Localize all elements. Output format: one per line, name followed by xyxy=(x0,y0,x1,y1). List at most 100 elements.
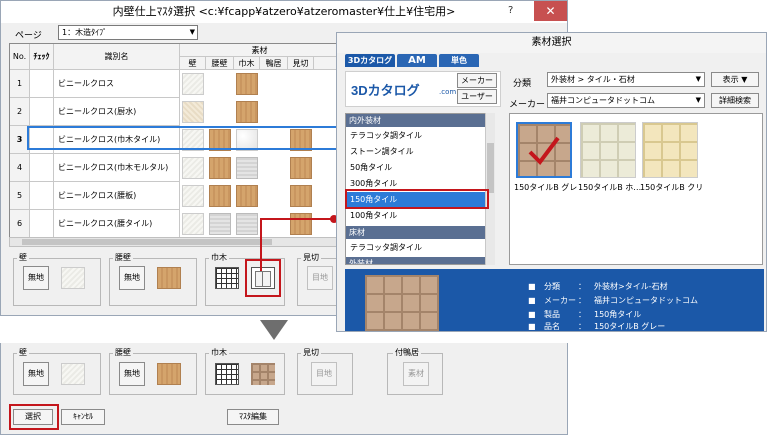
window-title: 素材選択 xyxy=(337,33,766,53)
info-row: ■ メーカー：福井コンピュータドットコム xyxy=(528,296,698,305)
window-title: 内壁仕上ﾏｽﾀ選択 <c:¥fcapp¥atzero¥atzeromaster¥… xyxy=(1,1,567,23)
catalog-logo: 3Dカタログ xyxy=(351,83,420,98)
kamoi-group-label: 付鴨居 xyxy=(393,347,421,358)
col-header-parting: 見切 xyxy=(288,57,314,70)
close-button[interactable]: ✕ xyxy=(534,1,567,21)
baseboard-swatch xyxy=(236,101,258,123)
material-thumb-gray[interactable] xyxy=(516,122,572,178)
list-item[interactable]: テラコッタ調タイル xyxy=(346,128,486,143)
wall-none-button[interactable]: 無地 xyxy=(23,266,49,290)
material-select-window: 素材選択 3Dカタログ AM 単色 3Dカタログ .com メーカー ユーザー … xyxy=(336,32,767,332)
material-label: 150タイルB クリ… xyxy=(640,183,704,192)
info-row: ■ 製品： 150角タイル xyxy=(528,310,642,319)
wainscot-group-label: 腰壁 xyxy=(113,252,133,263)
master-edit-button[interactable]: ﾏｽﾀ編集 xyxy=(227,409,279,425)
wall-material-swatch[interactable] xyxy=(61,363,85,385)
chevron-down-icon: ▼ xyxy=(741,75,748,84)
col-header-baseboard: 巾木 xyxy=(234,57,260,70)
wainscot-swatch xyxy=(209,213,231,235)
chevron-down-icon: ▼ xyxy=(695,75,701,83)
wainscot-group-label: 腰壁 xyxy=(113,347,133,358)
parting-none-button[interactable]: 目地 xyxy=(311,362,337,386)
category-head: 床材 xyxy=(346,226,486,239)
highlight-box xyxy=(345,189,489,209)
parting-group-label: 見切 xyxy=(301,347,321,358)
kamoi-material-button[interactable]: 素材 xyxy=(403,362,429,386)
page-select-value: 1：木造ﾀｲﾌﾟ xyxy=(62,28,108,37)
display-button[interactable]: 表示 ▼ xyxy=(711,72,759,87)
material-label: 150タイルB グレー xyxy=(514,183,578,192)
chevron-down-icon: ▼ xyxy=(189,28,195,36)
parting-swatch xyxy=(290,157,312,179)
catalog-logo-suffix: .com xyxy=(439,88,457,96)
wall-none-button[interactable]: 無地 xyxy=(23,362,49,386)
cancel-button[interactable]: ｷｬﾝｾﾙ xyxy=(61,409,105,425)
wainscot-none-button[interactable]: 無地 xyxy=(119,266,145,290)
maker-select[interactable]: 福井コンピュータドットコム ▼ xyxy=(547,93,705,108)
scrollbar-thumb[interactable] xyxy=(487,143,494,193)
baseboard-group-label: 巾木 xyxy=(209,252,229,263)
check-icon xyxy=(528,136,560,166)
col-header-wainscot: 腰壁 xyxy=(206,57,234,70)
tab-3d-catalog[interactable]: 3Dカタログ xyxy=(345,54,395,67)
maker-select-value: 福井コンピュータドットコム xyxy=(551,96,655,105)
info-row: ■ 分類：外装材>タイル-石材 xyxy=(528,282,668,291)
tab-solid-color[interactable]: 単色 xyxy=(439,54,479,67)
col-header-material: 素材 xyxy=(180,44,338,57)
wall-swatch xyxy=(182,73,204,95)
chevron-down-icon: ▼ xyxy=(695,96,701,104)
wainscot-swatch xyxy=(209,185,231,207)
wainscot-swatch xyxy=(209,157,231,179)
finish-master-window-result: 壁 無地 腰壁 無地 巾木 見切 目地 付鴨居 素材 選択 ｷｬﾝｾﾙ ﾏｽﾀ編… xyxy=(0,343,568,435)
material-preview xyxy=(365,275,439,331)
page-select[interactable]: 1：木造ﾀｲﾌﾟ ▼ xyxy=(58,25,198,40)
help-icon[interactable]: ? xyxy=(508,5,513,16)
tile-grid-icon[interactable] xyxy=(215,267,239,289)
material-info-panel: ■ 分類：外装材>タイル-石材 ■ メーカー：福井コンピュータドットコム ■ 製品： 1… xyxy=(345,269,764,331)
wall-swatch xyxy=(182,101,204,123)
col-header-check: ﾁｪｯｸ xyxy=(30,44,54,70)
material-label: 150タイルB ホ… xyxy=(578,183,642,192)
category-select-value: 外装材 > タイル・石材 xyxy=(551,75,635,84)
wainscot-material-swatch[interactable] xyxy=(157,267,181,289)
tab-am[interactable]: AM xyxy=(397,54,437,67)
material-thumb-white[interactable] xyxy=(580,122,636,178)
list-item[interactable]: ストーン調タイル xyxy=(346,144,486,159)
arrow-down-icon xyxy=(260,320,288,340)
wainscot-material-swatch[interactable] xyxy=(157,363,181,385)
col-header-no: No. xyxy=(10,44,30,70)
wainscot-none-button[interactable]: 無地 xyxy=(119,362,145,386)
scrollbar-thumb[interactable] xyxy=(22,239,272,245)
col-header-wall: 壁 xyxy=(180,57,206,70)
info-row: ■ 品名： 150タイルB グレー xyxy=(528,322,666,331)
maker-button[interactable]: メーカー xyxy=(457,73,497,88)
material-thumbnail-area: 150タイルB グレー 150タイルB ホ… 150タイルB クリ… xyxy=(509,113,763,265)
list-item[interactable]: 100角タイル xyxy=(346,208,486,223)
parting-swatch xyxy=(290,185,312,207)
wall-group-label: 壁 xyxy=(17,347,29,358)
wall-group-label: 壁 xyxy=(17,252,29,263)
baseboard-swatch xyxy=(236,157,258,179)
page-label: ページ xyxy=(15,31,42,41)
list-item[interactable]: 50角タイル xyxy=(346,160,486,175)
detail-search-button[interactable]: 詳細検索 xyxy=(711,93,759,108)
wall-material-swatch[interactable] xyxy=(61,267,85,289)
baseboard-swatch xyxy=(236,73,258,95)
wall-swatch xyxy=(182,213,204,235)
wall-swatch xyxy=(182,185,204,207)
connector-line xyxy=(260,215,338,271)
category-head: 外装材 xyxy=(346,257,486,264)
baseboard-swatch xyxy=(236,213,258,235)
category-select[interactable]: 外装材 > タイル・石材 ▼ xyxy=(547,72,705,87)
selected-row-highlight xyxy=(27,126,339,150)
material-thumb-cream[interactable] xyxy=(642,122,698,178)
tile-grid-icon[interactable] xyxy=(215,363,239,385)
user-button[interactable]: ユーザー xyxy=(457,89,497,104)
category-label: 分類 xyxy=(513,79,532,89)
wall-swatch xyxy=(182,157,204,179)
category-head: 内外装材 xyxy=(346,114,486,127)
maker-label: メーカー xyxy=(509,100,546,110)
baseboard-swatch xyxy=(236,185,258,207)
list-item[interactable]: テラコッタ調タイル xyxy=(346,240,486,255)
baseboard-material-swatch[interactable] xyxy=(251,363,275,385)
